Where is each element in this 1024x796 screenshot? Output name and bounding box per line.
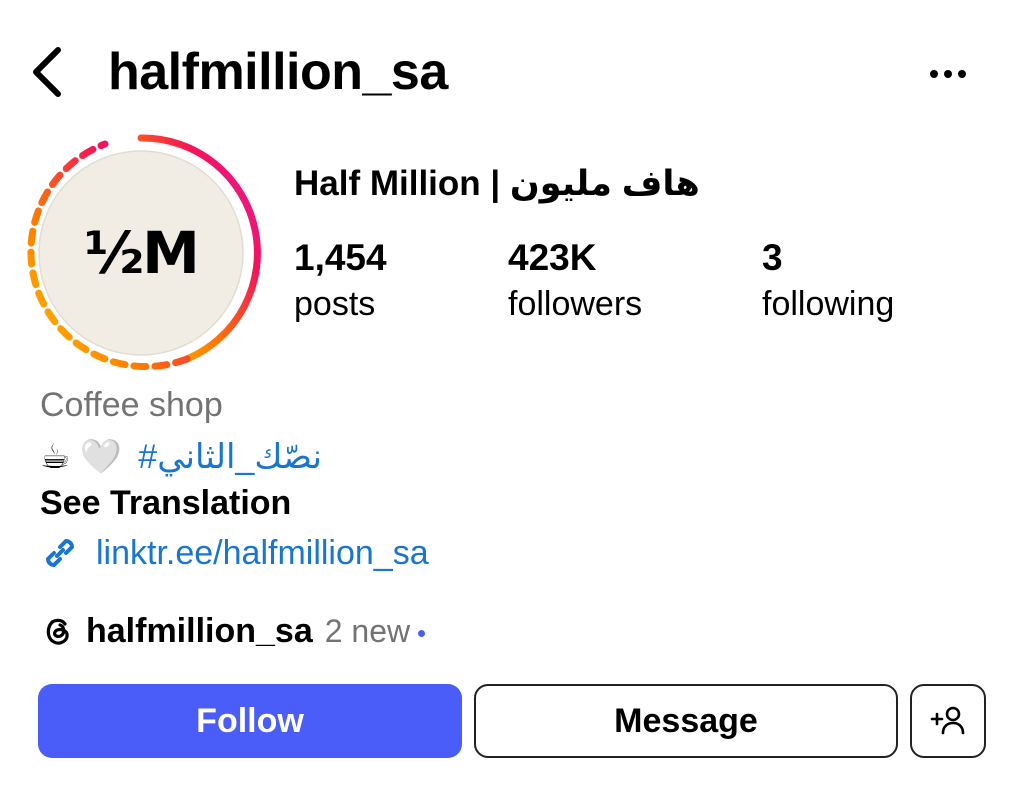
category-label: Coffee shop: [40, 386, 223, 424]
more-horizontal-icon: [930, 70, 966, 78]
hashtag-link[interactable]: #نصّك_الثاني: [138, 437, 322, 477]
suggested-users-button[interactable]: [910, 684, 986, 758]
threads-new-count: 2 new: [324, 613, 411, 649]
stat-followers[interactable]: 423K followers: [508, 234, 642, 326]
more-options-button[interactable]: [920, 56, 976, 92]
follow-button[interactable]: Follow: [38, 684, 462, 758]
display-name: Half Million | هاف مليون: [294, 164, 700, 203]
bio-text: ☕ 🤍 #نصّك_الثاني: [40, 432, 322, 482]
back-button[interactable]: [26, 46, 74, 98]
bio-link[interactable]: linktr.ee/halfmillion_sa: [38, 530, 429, 576]
avatar-logo-text: ½M: [84, 219, 200, 287]
following-count: 3: [762, 237, 783, 278]
bio-emojis: ☕ 🤍: [40, 438, 123, 476]
message-button[interactable]: Message: [474, 684, 898, 758]
followers-label: followers: [508, 285, 643, 323]
chevron-left-icon: [33, 47, 61, 97]
add-person-icon: [930, 706, 965, 735]
threads-badge[interactable]: halfmillion_sa 2 new: [40, 608, 426, 654]
followers-count: 423K: [508, 237, 597, 278]
link-icon: [45, 538, 75, 568]
page-title: halfmillion_sa: [108, 43, 448, 101]
following-label: following: [762, 285, 895, 323]
stat-following[interactable]: 3 following: [762, 234, 894, 326]
see-translation-button[interactable]: See Translation: [40, 480, 291, 526]
stat-posts[interactable]: 1,454 posts: [294, 234, 387, 326]
posts-label: posts: [294, 285, 376, 323]
link-url: linktr.ee/halfmillion_sa: [96, 534, 429, 572]
new-indicator-dot: [418, 629, 426, 637]
threads-icon: [46, 618, 69, 645]
threads-username: halfmillion_sa: [86, 612, 313, 650]
posts-count: 1,454: [294, 237, 387, 278]
